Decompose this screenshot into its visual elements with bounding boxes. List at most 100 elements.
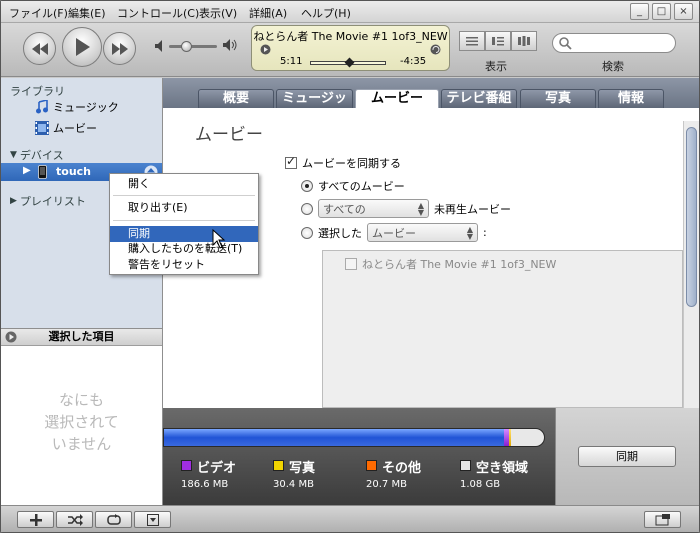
menu-advanced[interactable]: 詳細(A) <box>249 5 287 21</box>
view-buttons <box>459 31 537 51</box>
search-input[interactable] <box>552 33 676 53</box>
legend-size: 1.08 GB <box>460 479 501 490</box>
now-playing-title: ねとらん者 The Movie #1 1of3_NEW <box>253 30 448 43</box>
menu-item-sync[interactable]: 同期 <box>110 226 258 242</box>
list-view-button[interactable] <box>459 31 485 51</box>
selected-movies-radio[interactable] <box>301 226 313 239</box>
all-movies-option[interactable]: すべてのムービー <box>301 178 405 194</box>
sync-movies-checkbox[interactable] <box>285 154 297 169</box>
volume-slider[interactable] <box>169 41 217 52</box>
show-artwork-button[interactable] <box>134 511 171 528</box>
menu-item-transfer-purchases[interactable]: 購入したものを転送(T) <box>110 241 258 257</box>
close-button[interactable]: × <box>674 3 693 20</box>
album-view-button[interactable] <box>485 31 511 51</box>
mini-player-button[interactable] <box>644 511 681 528</box>
maximize-button[interactable]: □ <box>652 3 671 20</box>
selected-movies-label: 選択した <box>318 226 362 240</box>
legend-swatch <box>366 460 377 471</box>
selected-type-select[interactable]: ムービー ▲ ▼ <box>367 223 478 242</box>
mini-player-icon <box>655 513 670 525</box>
unplayed-movies-radio[interactable] <box>301 202 313 215</box>
selected-movies-option[interactable]: 選択した ムービー ▲ ▼ : <box>301 223 487 242</box>
minimize-button[interactable]: _ <box>630 3 649 20</box>
view-label: 表示 <box>485 60 507 73</box>
legend-name: 空き領域 <box>476 461 529 476</box>
itunes-window: ファイル(F) 編集(E) コントロール(C) 表示(V) 詳細(A) ヘルプ(… <box>0 0 700 533</box>
menu-file[interactable]: ファイル(F) <box>9 5 68 21</box>
menu-item-open[interactable]: 開く <box>110 176 258 192</box>
sidebar-item-label: ミュージック <box>53 101 119 114</box>
repeat-status-icon[interactable] <box>430 44 441 55</box>
coverflow-view-icon <box>518 36 530 46</box>
play-icon <box>76 38 90 56</box>
tab-info[interactable]: 情報 <box>598 89 664 108</box>
devices-header-label: デバイス <box>19 149 64 162</box>
movie-name: ねとらん者 The Movie #1 1of3_NEW <box>362 258 557 271</box>
updown-arrows-icon: ▲ ▼ <box>466 224 473 241</box>
search-label: 検索 <box>602 60 624 73</box>
volume-knob[interactable] <box>180 41 192 52</box>
updown-arrows-icon: ▲ ▼ <box>417 200 424 217</box>
elapsed-time: 5:11 <box>280 56 303 67</box>
collapse-arrow-icon[interactable] <box>5 331 17 343</box>
sidebar-item-label: ムービー <box>53 122 97 135</box>
disclosure-closed-icon: ▶ <box>10 196 17 206</box>
playlists-header-label: プレイリスト <box>19 195 86 208</box>
vertical-scrollbar[interactable] <box>683 121 699 408</box>
movie-checkbox[interactable] <box>345 258 357 270</box>
menu-bar: ファイル(F) 編集(E) コントロール(C) 表示(V) 詳細(A) ヘルプ(… <box>1 1 699 23</box>
legend-size: 20.7 MB <box>366 479 407 490</box>
menu-item-reset-warnings[interactable]: 警告をリセット <box>110 257 258 273</box>
menu-edit[interactable]: 編集(E) <box>68 5 106 21</box>
progress-bar[interactable] <box>310 57 386 68</box>
menu-help[interactable]: ヘルプ(H) <box>301 5 351 21</box>
repeat-button[interactable] <box>95 511 132 528</box>
device-context-menu: 開く 取り出す(E) 同期 購入したものを転送(T) 警告をリセット <box>109 173 259 275</box>
unplayed-movies-option[interactable]: すべての ▲ ▼ 未再生ムービー <box>301 199 511 218</box>
legend-name: ビデオ <box>197 461 237 476</box>
menu-controls[interactable]: コントロール(C) <box>117 5 199 21</box>
add-playlist-button[interactable] <box>17 511 54 528</box>
previous-button[interactable] <box>23 32 56 65</box>
menu-separator <box>113 195 255 196</box>
scrollbar-thumb[interactable] <box>686 127 697 307</box>
tab-music[interactable]: ミュージック <box>276 89 353 124</box>
legend-swatch <box>181 460 192 471</box>
sync-movies-label: ムービーを同期する <box>302 157 401 170</box>
legend-size: 186.6 MB <box>181 479 229 490</box>
sync-button[interactable]: 同期 <box>578 446 676 467</box>
sidebar-item-music[interactable]: ミュージック <box>35 99 119 115</box>
list-item[interactable]: ねとらん者 The Movie #1 1of3_NEW <box>345 256 556 272</box>
play-button[interactable] <box>62 27 102 67</box>
menu-view[interactable]: 表示(V) <box>199 5 237 21</box>
shuffle-button[interactable] <box>56 511 93 528</box>
legend-name: 写真 <box>289 461 316 476</box>
selected-item-panel: 選択した項目 なにも 選択されて いません <box>1 328 163 505</box>
menu-separator <box>113 220 255 221</box>
coverflow-view-button[interactable] <box>511 31 537 51</box>
next-button[interactable] <box>103 32 136 65</box>
disclosure-closed-icon[interactable]: ▶ <box>23 165 31 176</box>
tab-photos[interactable]: 写真 <box>520 89 596 108</box>
selected-item-header[interactable]: 選択した項目 <box>1 329 162 346</box>
all-movies-radio[interactable] <box>301 180 313 192</box>
devices-header[interactable]: ▼ デバイス <box>10 147 64 163</box>
menu-item-eject[interactable]: 取り出す(E) <box>110 200 258 216</box>
volume-high-icon <box>223 39 237 51</box>
toolbar: ねとらん者 The Movie #1 1of3_NEW 5:11 -4:35 表… <box>1 23 699 77</box>
capacity-video-segment <box>164 429 504 446</box>
artwork-toggle-icon <box>146 513 159 526</box>
selected-type-value: ムービー <box>372 226 416 240</box>
sidebar-item-movies[interactable]: ムービー <box>35 120 97 136</box>
fast-forward-icon <box>111 42 128 55</box>
playlists-header[interactable]: ▶ プレイリスト <box>10 193 86 209</box>
sync-movies-option[interactable]: ムービーを同期する <box>285 154 401 171</box>
tab-tv-shows[interactable]: テレビ番組 <box>441 89 517 108</box>
tab-summary[interactable]: 概要 <box>198 89 274 108</box>
page-title: ムービー <box>195 125 263 145</box>
tab-movies[interactable]: ムービー <box>355 89 439 108</box>
progress-marker[interactable] <box>344 57 355 68</box>
empty-selection-text: なにも 選択されて いません <box>1 389 162 455</box>
unplayed-count-value: すべての <box>323 202 366 216</box>
unplayed-count-select[interactable]: すべての ▲ ▼ <box>318 199 429 218</box>
